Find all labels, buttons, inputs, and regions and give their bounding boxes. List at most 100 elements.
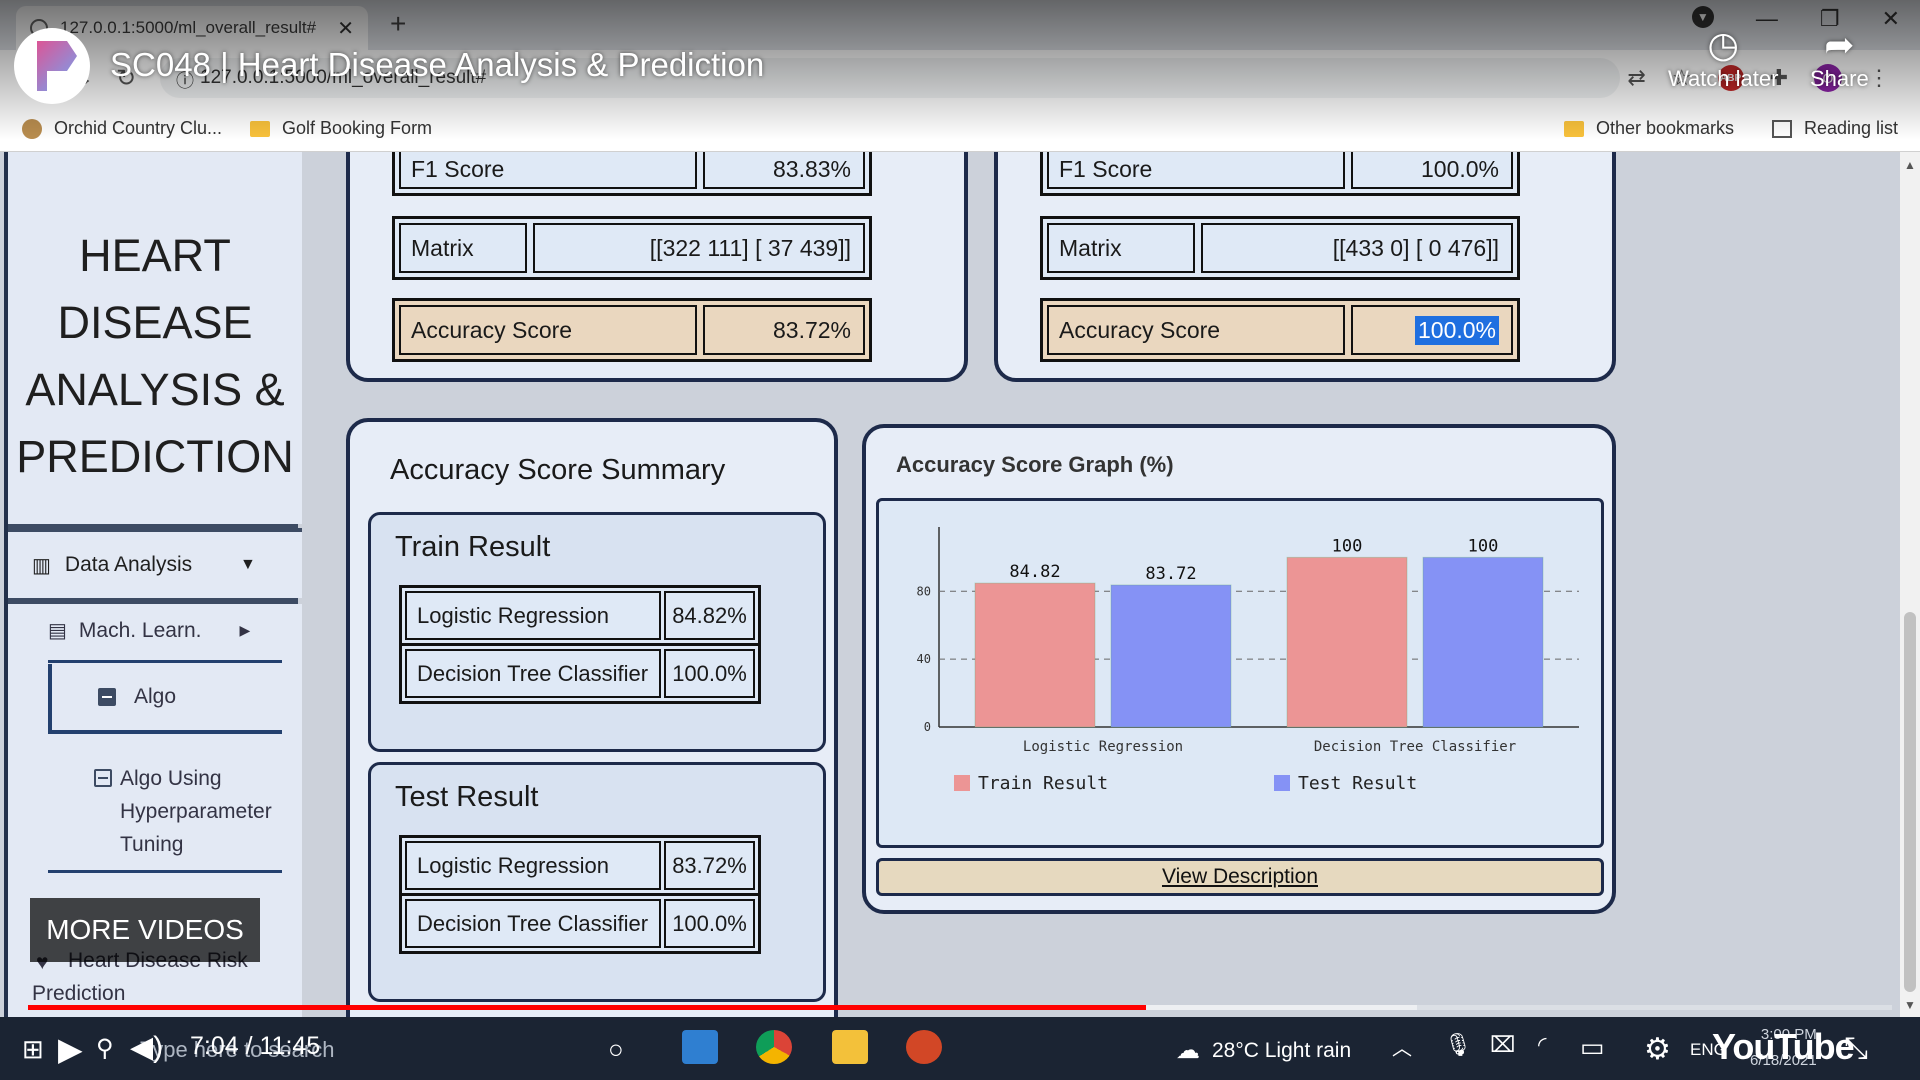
legend-label: Test Result (1298, 773, 1417, 794)
page-scrollbar[interactable]: ▲ ▼ (1900, 152, 1920, 1017)
model-name: Decision Tree Classifier (405, 899, 661, 948)
scroll-thumb[interactable] (1904, 612, 1916, 992)
youtube-logo[interactable]: YouTube (1712, 1026, 1855, 1068)
cloud-rain-icon: ☁ (1176, 1037, 1200, 1064)
sidebar-item-algo-hyper[interactable]: Algo Using Hyperparameter Tuning (94, 762, 294, 861)
accuracy-graph-panel: Accuracy Score Graph (%) 0 40 80 84.82 83.72… (862, 424, 1616, 914)
f1-score-label: F1 Score (1047, 152, 1345, 189)
site-favicon-icon (22, 118, 42, 139)
tray-chevron-icon[interactable]: ︿ (1392, 1032, 1412, 1061)
accuracy-row: Accuracy Score 83.72% (392, 298, 872, 362)
data-label: 100 (1468, 536, 1499, 556)
table-row: Decision Tree Classifier 100.0% (402, 896, 758, 951)
scroll-down-icon[interactable]: ▼ (1904, 998, 1916, 1012)
accuracy-label: Accuracy Score (1047, 305, 1345, 355)
bookmark-label: Golf Booking Form (282, 118, 433, 138)
test-result-table: Logistic Regression 83.72% Decision Tree… (399, 835, 761, 954)
bar (1286, 556, 1408, 728)
train-result-panel: F1 Score 83.83% Matrix [[322 111] [ 37 4… (346, 152, 968, 382)
windows-start-icon[interactable]: ⊞ (22, 1034, 44, 1065)
mail-icon[interactable] (682, 1030, 718, 1064)
video-progress-bar[interactable] (28, 1005, 1892, 1010)
accuracy-label: Accuracy Score (399, 305, 697, 355)
close-window-icon[interactable]: ✕ (1882, 6, 1900, 32)
more-videos-button[interactable]: MORE VIDEOS (30, 898, 260, 962)
divider (48, 660, 282, 663)
table-row: Logistic Regression 84.82% (402, 588, 758, 646)
other-bookmarks-label: Other bookmarks (1596, 118, 1735, 138)
accuracy-value[interactable]: 100.0% (1351, 305, 1513, 355)
channel-avatar[interactable] (14, 28, 90, 104)
matrix-row: Matrix [[322 111] [ 37 439]] (392, 216, 872, 280)
new-tab-icon[interactable]: + (390, 8, 406, 40)
brand-title: HEART DISEASE ANALYSIS & PREDICTION (8, 152, 302, 524)
bar-chart-icon: ▥ (32, 554, 51, 577)
test-result-card: Test Result Logistic Regression 83.72% D… (368, 762, 826, 1002)
gear-icon[interactable]: ⚙ (1644, 1032, 1671, 1067)
matrix-value: [[433 0] [ 0 476]] (1201, 223, 1513, 273)
bookmark-golf[interactable]: Golf Booking Form (250, 118, 432, 139)
matrix-label: Matrix (1047, 223, 1195, 273)
exit-fullscreen-icon[interactable]: ⤡ (1844, 1032, 1868, 1066)
share-button[interactable]: ➦ Share (1810, 24, 1869, 92)
accuracy-bar-chart: 0 40 80 84.82 83.72 Logistic Regression 100 100… (917, 527, 1579, 794)
tab-title: 127.0.0.1:5000/ml_overall_result# (60, 18, 317, 37)
f1-score-value: 83.83% (703, 152, 865, 189)
volume-icon[interactable]: ◀) (130, 1030, 163, 1065)
share-icon: ➦ (1824, 24, 1855, 65)
channel-logo-icon (37, 41, 77, 91)
translate-icon[interactable]: ⇄ (1627, 65, 1645, 91)
page-content: HEART DISEASE ANALYSIS & PREDICTION ▥ Da… (0, 152, 1900, 1017)
teacher-icon: ▤ (48, 620, 67, 642)
sidebar-item-algo[interactable]: Algo (48, 664, 282, 734)
bar (1422, 556, 1544, 728)
sidebar-item-mach-learn[interactable]: ▤ Mach. Learn. ▶ (48, 618, 250, 643)
weather-text: 28°C Light rain (1212, 1038, 1352, 1062)
f1-score-label: F1 Score (399, 152, 697, 189)
data-label: 84.82 (1009, 562, 1060, 582)
selected-text[interactable]: 100.0% (1414, 315, 1499, 345)
other-bookmarks[interactable]: Other bookmarks (1564, 118, 1734, 139)
file-explorer-icon[interactable] (832, 1030, 868, 1064)
y-tick-label: 80 (917, 584, 931, 598)
cortana-icon[interactable]: ○ (608, 1034, 624, 1065)
powerpoint-icon[interactable] (906, 1030, 942, 1064)
model-score: 100.0% (664, 899, 755, 948)
accuracy-row: Accuracy Score 100.0% (1040, 298, 1520, 362)
watch-later-button[interactable]: ◷ Watch later (1668, 24, 1778, 92)
test-result-panel: F1 Score 100.0% Matrix [[433 0] [ 0 476]… (994, 152, 1616, 382)
play-icon[interactable]: ▶ (58, 1030, 83, 1068)
minus-square-outline-icon (94, 769, 112, 787)
close-tab-icon[interactable]: ✕ (337, 16, 354, 41)
matrix-row: Matrix [[433 0] [ 0 476]] (1040, 216, 1520, 280)
search-icon[interactable]: ⚲ (96, 1034, 114, 1063)
folder-icon (250, 120, 270, 137)
scroll-up-icon[interactable]: ▲ (1904, 158, 1916, 172)
browser-tab-bar: 127.0.0.1:5000/ml_overall_result# ✕ + ▼ … (0, 0, 1920, 50)
legend-label: Train Result (978, 773, 1108, 794)
bookmark-orchid[interactable]: Orchid Country Clu... (22, 118, 222, 139)
reading-list[interactable]: Reading list (1772, 118, 1898, 139)
accuracy-summary-panel: Accuracy Score Summary Train Result Logi… (346, 418, 838, 1017)
matrix-label: Matrix (399, 223, 527, 273)
model-name: Logistic Regression (405, 841, 661, 890)
chrome-icon[interactable] (756, 1030, 792, 1064)
view-description-button[interactable]: View Description (876, 858, 1604, 896)
weather-widget[interactable]: ☁ 28°C Light rain (1176, 1036, 1351, 1065)
video-title[interactable]: SC048 | Heart Disease Analysis & Predict… (110, 46, 764, 84)
train-result-title: Train Result (395, 531, 551, 563)
video-time: 7:04 / 11:45 (190, 1032, 321, 1060)
legend-swatch (954, 775, 970, 791)
accuracy-value: 83.72% (703, 305, 865, 355)
network-icon[interactable]: ⌧ (1490, 1032, 1515, 1058)
wifi-icon[interactable]: ◜ (1538, 1032, 1547, 1058)
bar (1110, 584, 1232, 728)
sidebar-item-data-analysis[interactable]: ▥ Data Analysis ▼ (8, 528, 302, 598)
sidebar-item-label: Algo Using Hyperparameter Tuning (120, 767, 272, 856)
reading-list-icon (1772, 119, 1792, 138)
kebab-menu-icon[interactable]: ⋮ (1868, 65, 1890, 91)
microphone-icon[interactable]: 🎙 (1444, 1032, 1472, 1058)
share-label: Share (1810, 66, 1869, 91)
matrix-value: [[322 111] [ 37 439]] (533, 223, 865, 273)
subtitles-icon[interactable]: ▭ (1580, 1032, 1605, 1063)
